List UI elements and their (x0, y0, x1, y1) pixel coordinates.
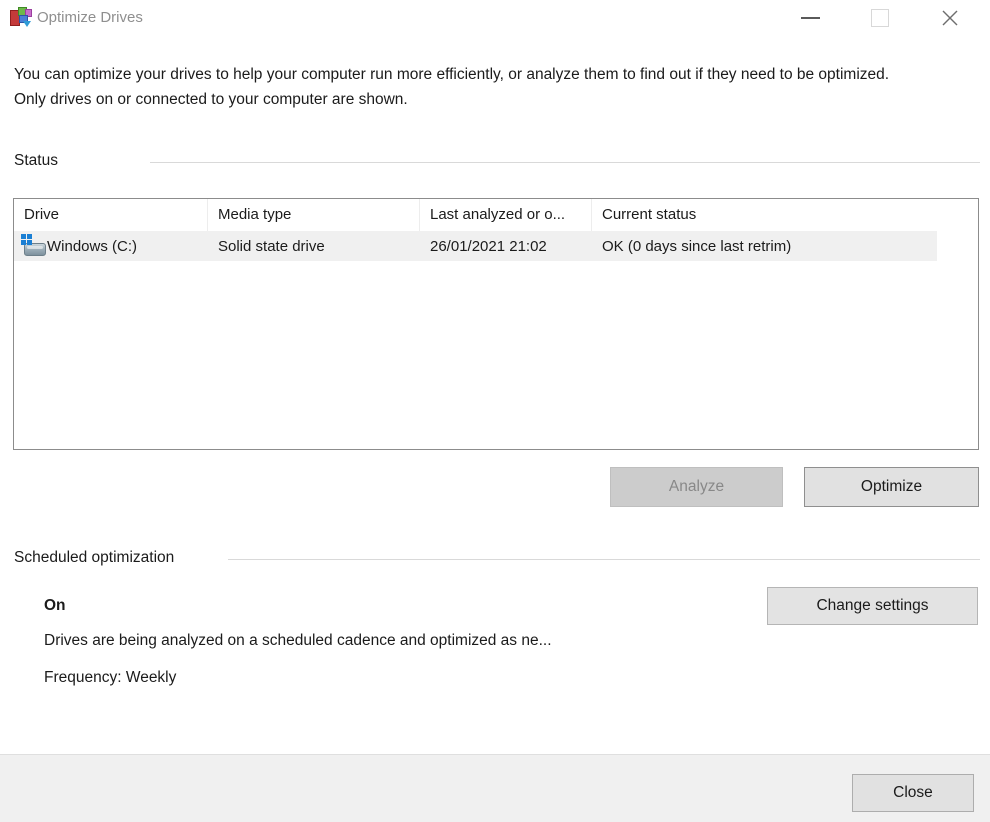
maximize-button (857, 0, 903, 36)
optimize-drives-dialog: Optimize Drives You can optimize your dr… (0, 0, 990, 822)
hard-drive-icon (21, 234, 47, 258)
close-button[interactable]: Close (852, 774, 974, 812)
cell-media-type: Solid state drive (208, 238, 420, 255)
scheduled-frequency: Frequency: Weekly (44, 669, 176, 687)
scheduled-section-divider (228, 559, 980, 560)
cell-current-status: OK (0 days since last retrim) (592, 238, 937, 255)
minimize-button[interactable] (787, 0, 833, 36)
cell-last-analyzed: 26/01/2021 21:02 (420, 238, 592, 255)
drive-row-windows-c[interactable]: Windows (C:) Solid state drive 26/01/202… (14, 231, 937, 261)
optimize-button[interactable]: Optimize (804, 467, 979, 507)
minimize-icon (801, 17, 820, 19)
defrag-icon-arrow (23, 21, 31, 27)
title-bar: Optimize Drives (0, 0, 990, 40)
drives-list-header: Drive Media type Last analyzed or o... C… (14, 199, 978, 231)
window-title: Optimize Drives (37, 9, 143, 26)
scheduled-section-label: Scheduled optimization (14, 549, 174, 567)
dialog-description: You can optimize your drives to help you… (14, 62, 918, 112)
windows-logo-icon (21, 234, 33, 246)
change-settings-button[interactable]: Change settings (767, 587, 978, 625)
defrag-app-icon (9, 6, 31, 28)
status-section-label: Status (14, 152, 58, 170)
scheduled-state: On (44, 597, 66, 615)
analyze-button[interactable]: Analyze (610, 467, 783, 507)
status-section-divider (150, 162, 980, 163)
scheduled-description: Drives are being analyzed on a scheduled… (44, 632, 552, 650)
maximize-icon (871, 9, 889, 27)
close-icon (940, 8, 960, 28)
drives-list: Drive Media type Last analyzed or o... C… (13, 198, 979, 450)
column-header-media-type[interactable]: Media type (208, 199, 420, 231)
window-close-button[interactable] (927, 0, 973, 36)
dialog-footer: Close (0, 754, 990, 822)
column-header-last-analyzed[interactable]: Last analyzed or o... (420, 199, 592, 231)
column-header-current-status[interactable]: Current status (592, 199, 978, 231)
column-header-drive[interactable]: Drive (14, 199, 208, 231)
